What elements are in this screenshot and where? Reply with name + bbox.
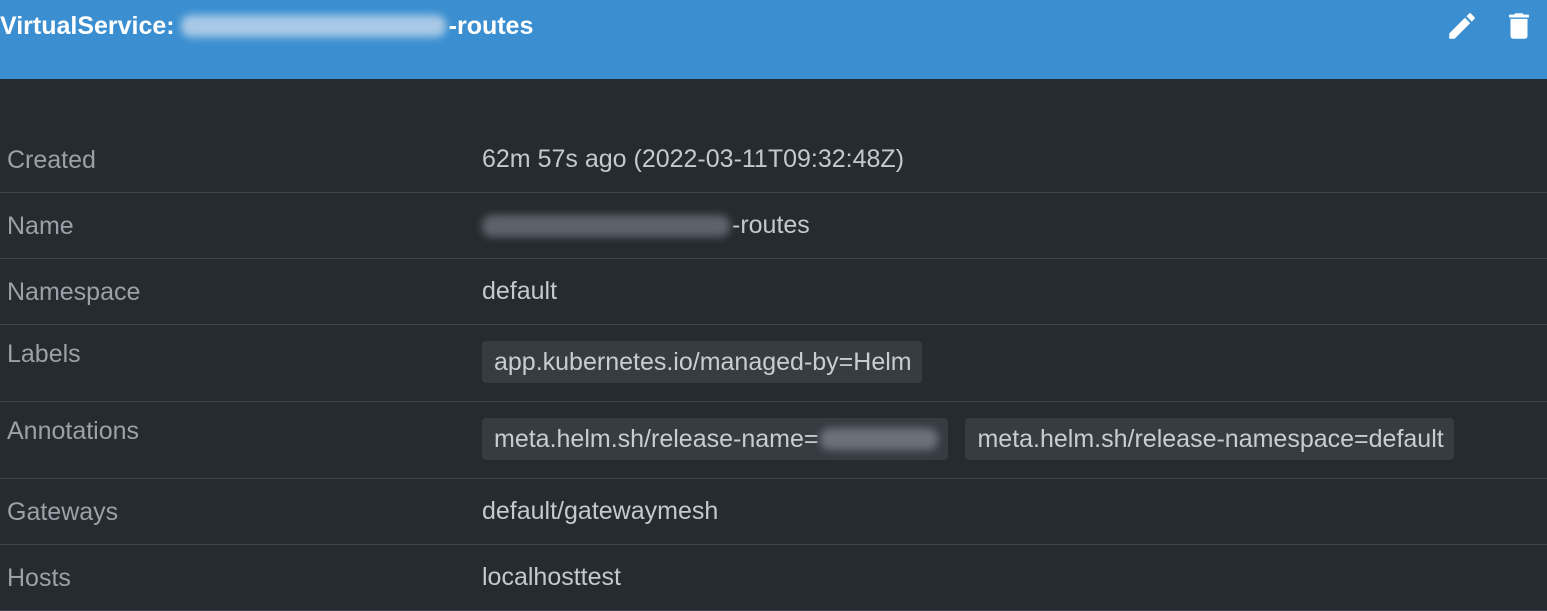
edit-button[interactable] [1444, 8, 1480, 44]
name-label: Name [7, 211, 74, 240]
title-suffix: -routes [448, 11, 534, 40]
labels-label: Labels [7, 340, 81, 368]
trash-icon [1509, 13, 1529, 39]
header-actions [1444, 8, 1537, 44]
hosts-label: Hosts [7, 563, 71, 592]
detail-row-labels: Labels app.kubernetes.io/managed-by=Helm [0, 325, 1547, 402]
detail-row-annotations: Annotations meta.helm.sh/release-name= m… [0, 402, 1547, 479]
created-label: Created [7, 145, 96, 174]
created-value: 62m 57s ago (2022-03-11T09:32:48Z) [482, 145, 905, 173]
hosts-value: localhosttest [482, 563, 621, 591]
detail-row-name: Name -routes [0, 193, 1547, 259]
annotations-value: meta.helm.sh/release-name= meta.helm.sh/… [482, 402, 1547, 460]
namespace-label: Namespace [7, 277, 141, 306]
page-title: VirtualService: -routes [0, 9, 533, 43]
annotation-chip-release-namespace: meta.helm.sh/release-namespace=default [965, 418, 1454, 460]
redacted-release-name [820, 428, 939, 450]
pencil-icon [1449, 13, 1475, 39]
name-value: -routes [482, 193, 1547, 259]
label-chip: app.kubernetes.io/managed-by=Helm [482, 341, 922, 383]
labels-value: app.kubernetes.io/managed-by=Helm [482, 325, 1547, 383]
gateways-value: default/gatewaymesh [482, 497, 719, 525]
annotations-label: Annotations [7, 417, 140, 445]
detail-row-namespace: Namespace default [0, 259, 1547, 325]
delete-button[interactable] [1501, 8, 1537, 44]
detail-row-created: Created 62m 57s ago (2022-03-11T09:32:48… [0, 127, 1547, 193]
detail-row-hosts: Hosts localhosttest [0, 545, 1547, 611]
details-table: Created 62m 57s ago (2022-03-11T09:32:48… [0, 127, 1547, 611]
redacted-resource-name [180, 15, 446, 37]
title-prefix: VirtualService: [0, 11, 175, 40]
detail-row-gateways: Gateways default/gatewaymesh [0, 479, 1547, 545]
name-value-suffix: -routes [732, 211, 810, 239]
namespace-value: default [482, 277, 558, 305]
gateways-label: Gateways [7, 497, 119, 526]
annotation-chip-text: meta.helm.sh/release-name= [494, 425, 819, 453]
annotation-chip-release-name: meta.helm.sh/release-name= [482, 418, 949, 460]
header-bar: VirtualService: -routes [0, 0, 1547, 79]
redacted-name [482, 214, 730, 237]
